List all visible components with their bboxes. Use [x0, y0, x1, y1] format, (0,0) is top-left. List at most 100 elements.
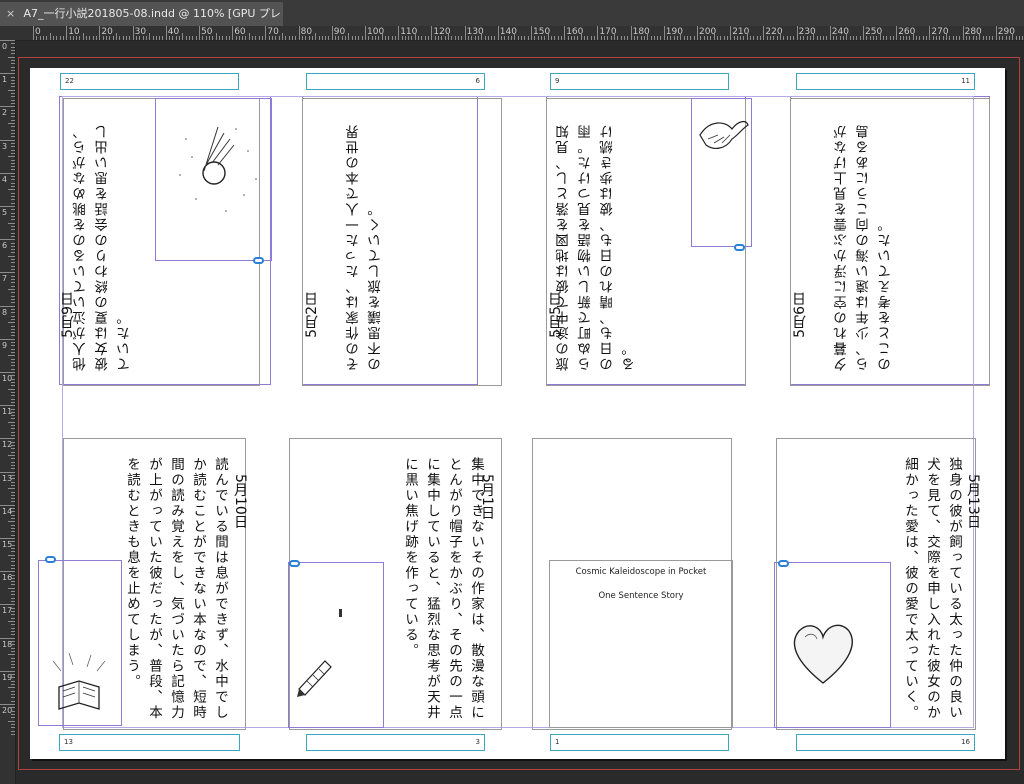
running-header-frame[interactable]: 22: [60, 73, 239, 90]
link-icon[interactable]: [253, 257, 264, 264]
ruler-major-tick: [730, 26, 732, 40]
ruler-minor-tick: [786, 36, 788, 40]
running-header-frame[interactable]: 9: [550, 73, 729, 90]
ruler-minor-tick: [942, 36, 944, 40]
ruler-minor-tick: [467, 36, 469, 40]
ruler-minor-tick: [670, 36, 672, 40]
ruler-major-tick: [962, 26, 964, 40]
ruler-minor-tick: [690, 36, 692, 40]
text-frame[interactable]: その作家は、たった一人で本の世界の不思議を旅していく。: [302, 98, 502, 386]
ruler-minor-tick: [11, 132, 15, 134]
ruler-minor-tick: [11, 431, 15, 433]
ruler-minor-tick: [215, 33, 217, 40]
ruler-minor-tick: [374, 36, 376, 40]
ruler-minor-tick: [11, 557, 15, 559]
link-icon[interactable]: [289, 560, 300, 567]
ruler-minor-tick: [11, 199, 15, 201]
link-icon[interactable]: [45, 556, 56, 563]
ruler-minor-tick: [650, 36, 652, 40]
ruler-minor-tick: [11, 162, 15, 164]
ruler-minor-tick: [238, 36, 240, 40]
spread-page[interactable]: 22 6 9 11 他人が泣いているのを眺めながら、彼女は夏の終わりの会話を思い…: [30, 68, 1005, 759]
ruler-minor-tick: [693, 36, 695, 40]
ruler-origin-corner[interactable]: [0, 26, 17, 41]
horizontal-ruler[interactable]: 0 10 20 30 40 50 60 70 80 90 100 110 120 130 140 150 160…: [16, 26, 1024, 41]
ruler-minor-tick: [11, 684, 15, 686]
ruler-minor-tick: [11, 697, 15, 699]
ruler-minor-tick: [833, 36, 835, 40]
ruler-major-tick: [630, 26, 632, 40]
ruler-minor-tick: [11, 408, 15, 410]
ruler-label: 20: [2, 706, 13, 715]
ruler-minor-tick: [149, 33, 151, 40]
ruler-minor-tick: [11, 594, 15, 596]
ruler-minor-tick: [985, 36, 987, 40]
running-header-frame[interactable]: 11: [796, 73, 975, 90]
ruler-minor-tick: [11, 79, 15, 81]
ruler-major-tick: [0, 172, 15, 174]
ruler-minor-tick: [11, 225, 15, 227]
story-date: 5月1日: [479, 474, 495, 520]
ruler-minor-tick: [1012, 33, 1014, 40]
ruler-minor-tick: [926, 36, 928, 40]
running-footer-frame[interactable]: 1: [550, 734, 729, 751]
ruler-minor-tick: [11, 561, 15, 563]
ruler-minor-tick: [743, 36, 745, 40]
document-tab[interactable]: × A7_一行小説201805-08.indd @ 110% [GPU プレビュ…: [0, 2, 283, 26]
vertical-ruler[interactable]: 0 1 2 3 4 5 6 7 8 9 10 11 12 13 14 15 16 17 18 19 20: [0, 40, 16, 784]
running-footer-frame[interactable]: 3: [306, 734, 485, 751]
ruler-major-tick: [0, 272, 15, 274]
ruler-minor-tick: [521, 36, 523, 40]
ruler-minor-tick: [584, 36, 586, 40]
ruler-minor-tick: [441, 36, 443, 40]
story-text: 夕暮れの空に浮かぶ雲を見上げながら、少年は遠い海の向こうにある島のことを考えてい…: [834, 123, 894, 371]
ruler-minor-tick: [859, 36, 861, 40]
ruler-major-tick: [0, 604, 15, 606]
image-frame[interactable]: [774, 562, 891, 728]
ruler-major-tick: [0, 239, 15, 241]
ruler-minor-tick: [268, 36, 270, 40]
ruler-minor-tick: [8, 554, 15, 556]
ruler-minor-tick: [11, 235, 15, 237]
ruler-minor-tick: [660, 36, 662, 40]
ruler-minor-tick: [381, 33, 383, 40]
ruler-minor-tick: [11, 152, 15, 154]
ruler-minor-tick: [869, 36, 871, 40]
ruler-minor-tick: [305, 36, 307, 40]
ruler-minor-tick: [770, 36, 772, 40]
image-frame[interactable]: [288, 562, 384, 728]
ruler-minor-tick: [750, 36, 752, 40]
image-frame[interactable]: [38, 560, 122, 726]
story-date: 5月9日: [60, 292, 76, 338]
ruler-minor-tick: [574, 36, 576, 40]
ruler-minor-tick: [371, 36, 373, 40]
ruler-minor-tick: [11, 186, 15, 188]
ruler-minor-tick: [11, 378, 15, 380]
running-footer-frame[interactable]: 16: [796, 734, 975, 751]
title-frame[interactable]: Cosmic Kaleidoscope in Pocket One Senten…: [549, 560, 733, 728]
image-frame[interactable]: [155, 98, 272, 261]
ruler-minor-tick: [8, 388, 15, 390]
text-frame[interactable]: 夕暮れの空に浮かぶ雲を見上げながら、少年は遠い海の向こうにある島のことを考えてい…: [790, 98, 990, 386]
ruler-minor-tick: [8, 355, 15, 357]
tab-close-icon[interactable]: ×: [6, 2, 20, 26]
ruler-major-tick: [0, 73, 15, 75]
ruler-minor-tick: [11, 401, 15, 403]
ruler-label: 12: [2, 440, 13, 450]
link-icon[interactable]: [778, 560, 789, 567]
ruler-minor-tick: [627, 36, 629, 40]
image-frame[interactable]: [691, 98, 752, 247]
link-icon[interactable]: [734, 244, 745, 251]
ruler-minor-tick: [783, 36, 785, 40]
ruler-minor-tick: [11, 126, 15, 128]
ruler-minor-tick: [328, 36, 330, 40]
ruler-label: 4: [2, 174, 8, 184]
ruler-minor-tick: [637, 36, 639, 40]
ruler-minor-tick: [959, 36, 961, 40]
ruler-minor-tick: [11, 644, 15, 646]
running-footer-frame[interactable]: 13: [59, 734, 240, 751]
running-header-frame[interactable]: 6: [306, 73, 485, 90]
ruler-minor-tick: [8, 720, 15, 722]
pencil-illustration-icon: [297, 609, 342, 697]
ruler-minor-tick: [79, 36, 81, 40]
